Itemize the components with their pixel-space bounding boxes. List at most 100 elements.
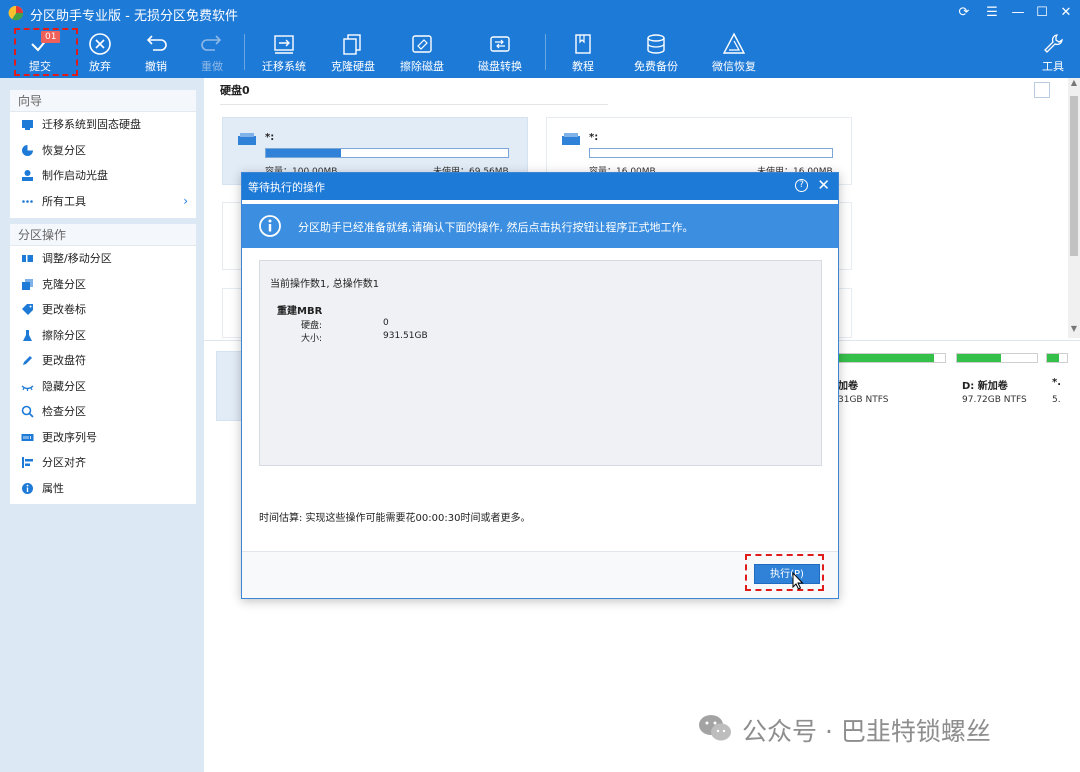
- operation-detail-key: 硬盘:: [301, 321, 323, 331]
- close-icon[interactable]: ✕: [817, 176, 830, 194]
- clone-disk-button[interactable]: 克隆硬盘: [321, 30, 385, 74]
- sidebar-item-change-label[interactable]: 更改卷标: [10, 297, 196, 323]
- disk-map-partition-name: D: 新加卷: [962, 381, 1008, 392]
- wipe-disk-button[interactable]: 擦除磁盘: [390, 30, 454, 74]
- convert-disk-button[interactable]: 磁盘转换: [468, 30, 532, 74]
- info-icon: [259, 215, 281, 237]
- wechat-recovery-label: 微信恢复: [712, 60, 756, 73]
- free-backup-label: 免费备份: [634, 60, 678, 73]
- sidebar-item-label: 克隆分区: [42, 277, 86, 291]
- time-estimate: 时间估算: 实现这些操作可能需要花00:00:30时间或者更多。: [259, 513, 531, 524]
- convert-disk-icon: [490, 36, 510, 52]
- help-icon[interactable]: ?: [795, 179, 808, 192]
- sidebar-item-all-tools[interactable]: 所有工具 ›: [10, 189, 196, 215]
- wechat-recovery-button[interactable]: 微信恢复: [702, 30, 766, 74]
- sidebar-item-hide-partition[interactable]: 隐藏分区: [10, 374, 196, 400]
- partition-ops-section: 分区操作 调整/移动分区 克隆分区 更改卷标 擦除分区 更改盘符 隐藏分区 检查…: [10, 224, 196, 504]
- tools-button[interactable]: 工具: [1021, 30, 1080, 74]
- partition-drive-icon: [238, 133, 256, 145]
- scroll-up-icon[interactable]: ▲: [1068, 78, 1080, 90]
- sidebar-item-label: 更改盘符: [42, 354, 86, 367]
- sidebar-item-label: 属性: [42, 481, 64, 495]
- migrate-icon: [274, 35, 294, 54]
- dialog-title: 等待执行的操作: [248, 181, 325, 194]
- vertical-scrollbar[interactable]: ▲ ▼: [1068, 78, 1080, 338]
- sidebar-item-make-bootdisk[interactable]: 制作启动光盘: [10, 163, 196, 189]
- toolbar: 01 提交 放弃 撤销 重做 迁移系统 克隆硬盘 擦除磁盘 磁盘转换 教程 免费…: [0, 26, 1080, 78]
- scrollbar-thumb[interactable]: [1070, 96, 1078, 256]
- sidebar-item-wipe-partition[interactable]: 擦除分区: [10, 323, 196, 349]
- dialog-info-banner: 分区助手已经准备就绪,请确认下面的操作, 然后点击执行按钮让程序正式地工作。: [242, 204, 838, 248]
- partition-name: *:: [589, 132, 599, 143]
- submit-highlight-box: [14, 28, 78, 76]
- redo-button[interactable]: 重做: [180, 30, 244, 74]
- disk-map-partition[interactable]: *. 5.: [1046, 349, 1068, 419]
- sidebar-item-change-serial[interactable]: 更改序列号: [10, 425, 196, 451]
- sidebar-item-label: 隐藏分区: [42, 379, 86, 393]
- sidebar-item-change-drive-letter[interactable]: 更改盘符: [10, 348, 196, 374]
- wrench-icon: [1044, 34, 1063, 53]
- operation-detail-value: 931.51GB: [383, 331, 428, 341]
- chevron-right-icon: ›: [183, 193, 188, 208]
- sidebar-item-recover-partition[interactable]: 恢复分区: [10, 138, 196, 164]
- convert-disk-label: 磁盘转换: [478, 60, 522, 73]
- toolbar-separator: [545, 34, 546, 70]
- hide-icon: [21, 384, 34, 391]
- migrate-label: 迁移系统: [262, 60, 306, 73]
- disk-map-partition-info: 97.72GB NTFS: [962, 395, 1027, 405]
- sidebar-item-resize-partition[interactable]: 调整/移动分区: [10, 246, 196, 272]
- refresh-icon[interactable]: ⟳: [955, 4, 973, 22]
- close-icon[interactable]: ✕: [1057, 4, 1075, 22]
- clone-disk-label: 克隆硬盘: [331, 60, 375, 73]
- bootdisk-icon: [22, 170, 33, 181]
- view-toggle-icon[interactable]: [1034, 82, 1050, 98]
- label-icon: [22, 304, 33, 315]
- sidebar-item-label: 恢复分区: [42, 143, 86, 157]
- minimize-icon[interactable]: —: [1009, 4, 1027, 22]
- partition-drive-icon: [562, 133, 580, 145]
- maximize-icon[interactable]: ☐: [1033, 4, 1051, 22]
- disk-map-usage-bar: [832, 353, 946, 363]
- free-backup-button[interactable]: 免费备份: [624, 30, 688, 74]
- wechat-recovery-icon: [722, 32, 746, 54]
- discard-icon: [89, 33, 111, 55]
- app-logo-icon: [8, 5, 24, 21]
- sidebar-item-align-partition[interactable]: 分区对齐: [10, 450, 196, 476]
- undo-button[interactable]: 撤销: [124, 30, 188, 74]
- sidebar-item-check-partition[interactable]: 检查分区: [10, 399, 196, 425]
- wipe-partition-icon: [23, 329, 32, 341]
- undo-icon: [146, 35, 167, 51]
- sidebar-item-label: 所有工具: [42, 194, 86, 208]
- dialog-title-bar: 等待执行的操作 ? ✕: [242, 173, 838, 200]
- disk-map-partition[interactable]: D: 新加卷 97.72GB NTFS: [956, 349, 1038, 419]
- sidebar-item-label: 更改序列号: [42, 430, 97, 444]
- clone-disk-icon: [343, 34, 361, 55]
- sidebar-item-migrate-ssd[interactable]: 迁移系统到固态硬盘: [10, 112, 196, 138]
- scroll-down-icon[interactable]: ▼: [1068, 324, 1080, 336]
- tools-label: 工具: [1042, 60, 1064, 73]
- pending-operations-dialog: 等待执行的操作 ? ✕ 分区助手已经准备就绪,请确认下面的操作, 然后点击执行按…: [241, 172, 839, 599]
- disk-map-partition[interactable]: 加卷 31GB NTFS: [832, 349, 946, 419]
- disk-header-divider: [220, 104, 608, 105]
- app-header: 分区助手专业版 - 无损分区免费软件 ⟳ ☰ — ☐ ✕ 01 提交 放弃 撤销…: [0, 0, 1080, 78]
- redo-icon: [201, 35, 222, 51]
- partition-ops-title: 分区操作: [10, 224, 196, 246]
- wizard-section: 向导 迁移系统到固态硬盘 恢复分区 制作启动光盘 所有工具 ›: [10, 90, 196, 218]
- migrate-icon: [22, 120, 33, 130]
- watermark-text: 公众号 · 巴韭特锁螺丝: [742, 717, 991, 746]
- tutorial-button[interactable]: 教程: [551, 30, 615, 74]
- clone-partition-icon: [22, 278, 33, 290]
- menu-icon[interactable]: ☰: [983, 4, 1001, 22]
- sidebar-item-label: 调整/移动分区: [42, 252, 112, 265]
- disk-map-partition-info: 31GB NTFS: [838, 395, 889, 405]
- sidebar-item-clone-partition[interactable]: 克隆分区: [10, 272, 196, 298]
- sidebar-item-properties[interactable]: 属性: [10, 476, 196, 502]
- migrate-os-button[interactable]: 迁移系统: [252, 30, 316, 74]
- sidebar-item-label: 迁移系统到固态硬盘: [42, 118, 141, 131]
- redo-label: 重做: [201, 60, 223, 73]
- sidebar-item-label: 制作启动光盘: [42, 169, 108, 182]
- sidebar-item-label: 擦除分区: [42, 328, 86, 342]
- title-bar: 分区助手专业版 - 无损分区免费软件 ⟳ ☰ — ☐ ✕: [0, 0, 1080, 26]
- more-icon: [22, 199, 33, 203]
- disk-map-usage-bar: [1046, 353, 1068, 363]
